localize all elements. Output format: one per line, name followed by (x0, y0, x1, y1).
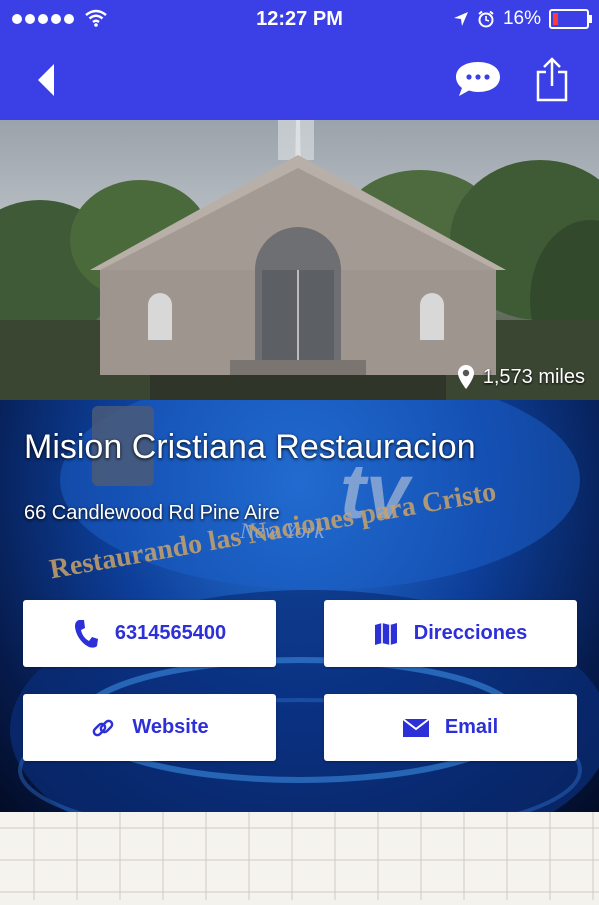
website-label: Website (132, 716, 209, 738)
map-pin-icon (457, 365, 474, 389)
distance-value: 1,573 miles (482, 365, 585, 388)
battery-percent: 16% (502, 8, 541, 29)
directions-button[interactable]: Direcciones (324, 600, 577, 667)
status-bar: 12:27 PM 16% (0, 0, 599, 38)
status-right: 16% (453, 8, 592, 30)
map-icon (374, 622, 397, 645)
church-photo: 1,573 miles (0, 120, 599, 400)
battery-icon (549, 9, 592, 29)
church-name: Mision Cristiana Restauracion (24, 428, 476, 466)
email-button[interactable]: Email (324, 694, 577, 761)
church-address: 66 Candlewood Rd Pine Aire (24, 502, 280, 524)
phone-icon (74, 619, 98, 648)
alarm-icon (478, 10, 494, 28)
directions-label: Direcciones (413, 622, 528, 644)
back-icon[interactable] (28, 60, 68, 100)
chat-icon[interactable] (454, 60, 502, 98)
share-icon[interactable] (532, 56, 572, 102)
nav-bar (0, 38, 599, 120)
email-label: Email (444, 716, 499, 738)
info-section: tv New York Restaurando las Naciones par… (0, 400, 599, 812)
website-button[interactable]: Website (23, 694, 276, 761)
location-arrow-icon (453, 12, 468, 26)
church-illustration (0, 120, 599, 400)
phone-number: 6314565400 (114, 622, 227, 644)
call-button[interactable]: 6314565400 (23, 600, 276, 667)
link-icon (93, 719, 114, 736)
paper-background (0, 812, 599, 900)
grid-pattern (0, 812, 599, 900)
envelope-icon (402, 717, 429, 737)
distance-label: 1,573 miles (457, 364, 585, 390)
